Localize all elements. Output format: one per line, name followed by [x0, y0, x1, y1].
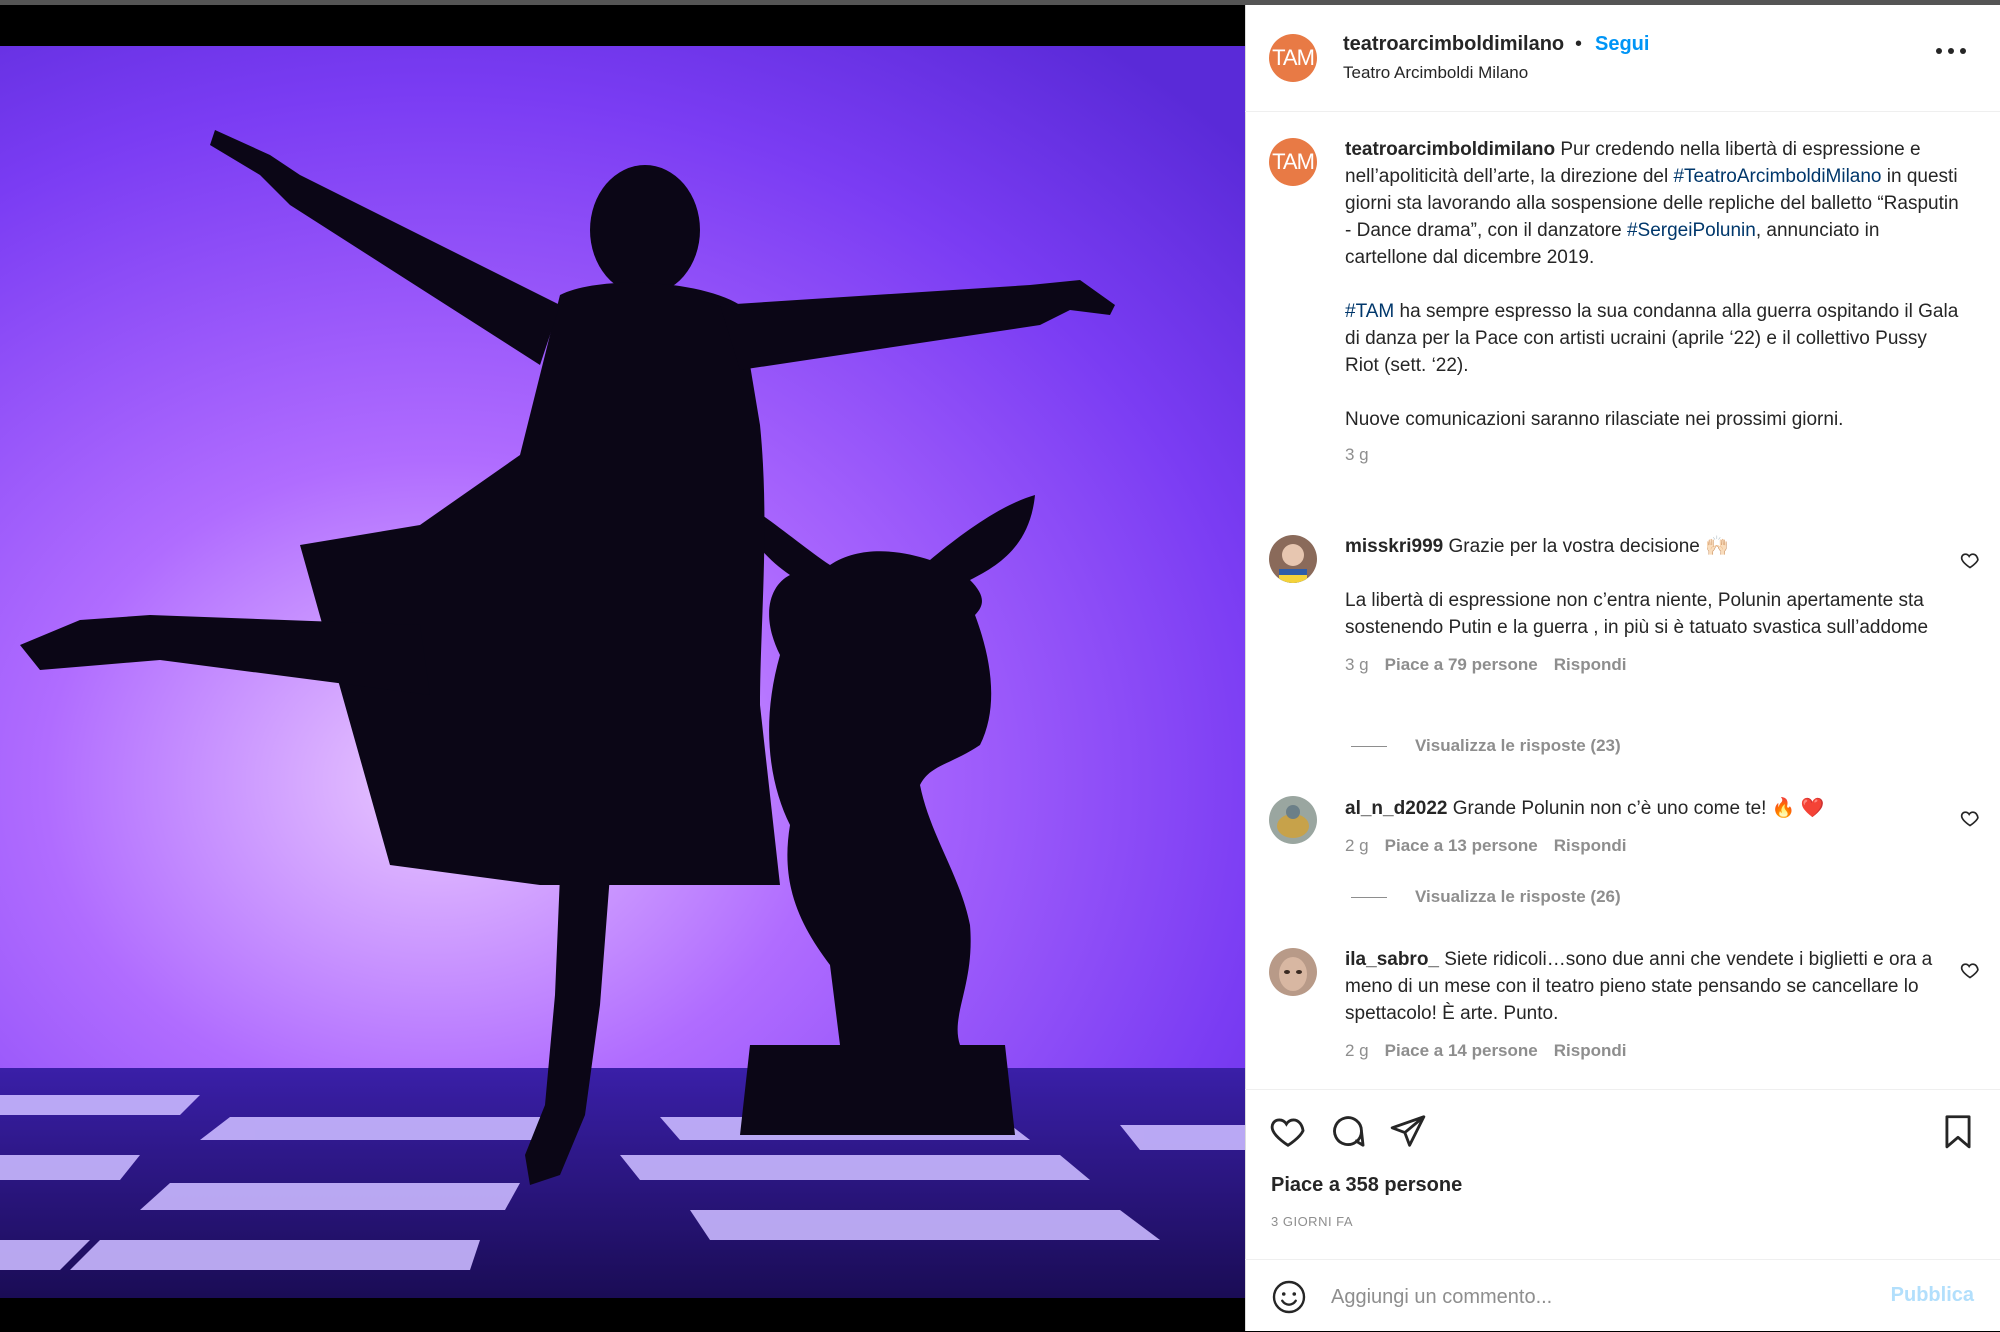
- reply-button[interactable]: Rispondi: [1554, 655, 1627, 674]
- comment-age[interactable]: 2 g: [1345, 836, 1369, 855]
- post-time: 3 GIORNI FA: [1271, 1214, 1354, 1229]
- view-replies-label: Visualizza le risposte (23): [1415, 736, 1621, 755]
- reply-button[interactable]: Rispondi: [1554, 1041, 1627, 1060]
- comment-item: misskri999 Grazie per la vostra decision…: [1345, 533, 1945, 678]
- heart-icon[interactable]: [1960, 550, 1980, 570]
- add-comment-bar: Pubblica: [1245, 1259, 2000, 1332]
- divider: [1351, 746, 1387, 748]
- more-horizontal-icon[interactable]: [1936, 45, 1966, 57]
- view-replies-button[interactable]: Visualizza le risposte (23): [1351, 736, 1621, 756]
- post-actions: Piace a 358 persone 3 GIORNI FA: [1245, 1089, 2000, 1260]
- send-icon[interactable]: [1389, 1112, 1427, 1150]
- comment-likes[interactable]: Piace a 14 persone: [1385, 1041, 1538, 1060]
- caption-text: ha sempre espresso la sua condanna alla …: [1345, 301, 1959, 376]
- caption-meta: 3 g: [1345, 441, 1965, 468]
- comment-meta: 2 g Piace a 13 persone Rispondi: [1345, 832, 1945, 859]
- separator-dot: •: [1575, 33, 1583, 55]
- emoji-icon[interactable]: [1271, 1279, 1307, 1315]
- hashtag-link[interactable]: #TAM: [1345, 301, 1394, 322]
- commenter-avatar[interactable]: [1269, 796, 1317, 844]
- caption-age[interactable]: 3 g: [1345, 445, 1369, 464]
- post-header: TAM teatroarcimboldimilano • Segui Teatr…: [1245, 5, 2000, 112]
- heart-icon[interactable]: [1269, 1112, 1307, 1150]
- follow-button[interactable]: Segui: [1595, 33, 1649, 56]
- post-caption: teatroarcimboldimilano Pur credendo nell…: [1345, 136, 1965, 468]
- likes-count[interactable]: Piace a 358 persone: [1271, 1174, 1462, 1197]
- commenter-avatar[interactable]: [1269, 948, 1317, 996]
- comment-icon[interactable]: [1329, 1112, 1367, 1150]
- caption-username[interactable]: teatroarcimboldimilano: [1345, 139, 1555, 160]
- comment-text: Grande Polunin non c’è uno come te! 🔥 ❤️: [1447, 798, 1825, 819]
- avatar-text: TAM: [1272, 45, 1315, 70]
- reply-button[interactable]: Rispondi: [1554, 836, 1627, 855]
- comment-meta: 2 g Piace a 14 persone Rispondi: [1345, 1037, 1945, 1064]
- comment-likes[interactable]: Piace a 79 persone: [1385, 655, 1538, 674]
- heart-icon[interactable]: [1960, 808, 1980, 828]
- post-image[interactable]: [0, 5, 1245, 1331]
- caption-author-avatar[interactable]: TAM: [1269, 138, 1317, 186]
- comment-username[interactable]: ila_sabro_: [1345, 949, 1439, 970]
- post-location[interactable]: Teatro Arcimboldi Milano: [1343, 63, 1528, 83]
- comment-text: La libertà di espressione non c’entra ni…: [1345, 590, 1929, 638]
- comment-username[interactable]: misskri999: [1345, 536, 1443, 557]
- divider: [1351, 897, 1387, 899]
- view-replies-button[interactable]: Visualizza le risposte (26): [1351, 887, 1621, 907]
- comment-item: al_n_d2022 Grande Polunin non c’è uno co…: [1345, 795, 1945, 859]
- hashtag-link[interactable]: #SergeiPolunin: [1627, 220, 1756, 241]
- comment-likes[interactable]: Piace a 13 persone: [1385, 836, 1538, 855]
- hashtag-link[interactable]: #TeatroArcimboldiMilano: [1673, 166, 1881, 187]
- author-avatar[interactable]: TAM: [1269, 34, 1317, 82]
- post-sidebar: TAM teatroarcimboldimilano • Segui Teatr…: [1245, 5, 2000, 1331]
- publish-button[interactable]: Pubblica: [1891, 1284, 1974, 1307]
- comment-meta: 3 g Piace a 79 persone Rispondi: [1345, 651, 1945, 678]
- view-replies-label: Visualizza le risposte (26): [1415, 887, 1621, 906]
- author-username[interactable]: teatroarcimboldimilano: [1343, 33, 1564, 56]
- heart-icon[interactable]: [1960, 960, 1980, 980]
- comments-list[interactable]: TAM teatroarcimboldimilano Pur credendo …: [1245, 112, 2000, 1089]
- comment-age[interactable]: 2 g: [1345, 1041, 1369, 1060]
- comment-item: ila_sabro_ Siete ridicoli…sono due anni …: [1345, 946, 1945, 1064]
- comment-username[interactable]: al_n_d2022: [1345, 798, 1447, 819]
- caption-text: Nuove comunicazioni saranno rilasciate n…: [1345, 409, 1844, 430]
- stage-photo-illustration: [0, 5, 1245, 1331]
- commenter-avatar[interactable]: [1269, 535, 1317, 583]
- avatar-text: TAM: [1272, 149, 1315, 174]
- bookmark-icon[interactable]: [1939, 1112, 1977, 1150]
- comment-age[interactable]: 3 g: [1345, 655, 1369, 674]
- comment-input[interactable]: [1329, 1278, 1853, 1316]
- comment-text: Grazie per la vostra decisione 🙌🏻: [1443, 536, 1729, 557]
